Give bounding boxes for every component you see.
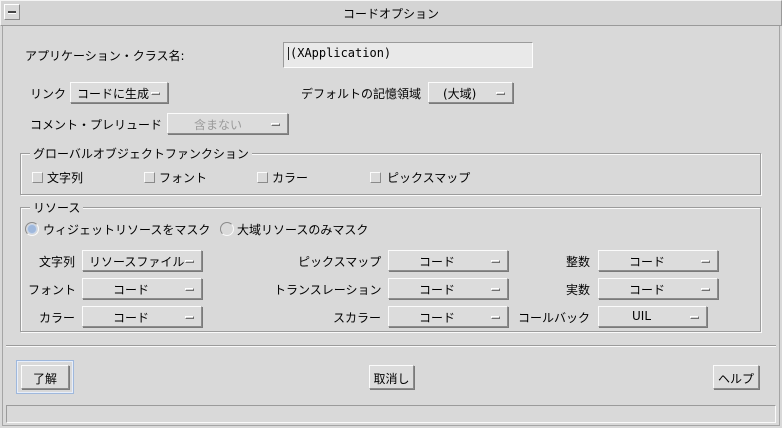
app-class-value: (XApplication) [290, 46, 392, 60]
resource-string-label: 文字列 [39, 255, 76, 269]
help-button[interactable]: ヘルプ [713, 365, 759, 389]
checkbox-color-label: カラー [272, 171, 309, 185]
resource-callback-label: コールバック [518, 311, 591, 325]
option-menu-indicator-icon [491, 260, 500, 263]
option-menu-indicator-icon [701, 288, 710, 291]
text-caret [288, 47, 289, 60]
checkbox-pixmap[interactable] [370, 172, 381, 183]
window-title: コードオプション [342, 7, 439, 21]
ok-button[interactable]: 了解 [21, 365, 69, 389]
resource-callback-option-menu[interactable]: UIL [598, 306, 707, 327]
checkbox-string[interactable] [32, 172, 43, 183]
radio-mask-global-only-label: 大域リソースのみマスク [237, 223, 369, 237]
status-area [6, 405, 776, 423]
resource-font-label: フォント [28, 283, 77, 297]
separator [6, 345, 776, 347]
option-menu-indicator-icon [491, 316, 500, 319]
resource-translation-option-menu[interactable]: コード [388, 278, 508, 299]
resource-integer-option-menu[interactable]: コード [598, 250, 718, 271]
resource-scalar-label: スカラー [333, 311, 382, 325]
checkbox-font-label: フォント [159, 171, 208, 185]
resource-string-value: リソースファイル [89, 255, 185, 269]
option-menu-indicator-icon [496, 92, 505, 95]
resource-real-option-menu[interactable]: コード [598, 278, 718, 299]
comment-prelude-option-menu[interactable]: 含まない [167, 113, 288, 134]
checkbox-pixmap-label: ピックスマップ [387, 171, 471, 185]
resource-font-value: コード [113, 283, 150, 297]
resource-color-label: カラー [39, 311, 76, 325]
radio-mask-widget-resources[interactable] [25, 222, 39, 236]
checkbox-string-label: 文字列 [47, 171, 84, 185]
comment-prelude-value: 含まない [194, 118, 243, 132]
link-option-menu[interactable]: コードに生成 [70, 82, 168, 103]
cancel-button[interactable]: 取消し [369, 365, 414, 389]
option-menu-indicator-icon [491, 288, 500, 291]
link-label: リンク [30, 87, 67, 101]
checkbox-font[interactable] [144, 172, 155, 183]
resource-pixmap-value: コード [419, 255, 456, 269]
option-menu-indicator-icon [271, 123, 280, 126]
resource-callback-value: UIL [632, 309, 652, 323]
resource-font-option-menu[interactable]: コード [82, 278, 202, 299]
resource-real-label: 実数 [566, 283, 591, 297]
app-class-input[interactable]: (XApplication) [283, 42, 533, 68]
global-functions-title: グローバルオブジェクトファンクション [30, 145, 252, 162]
resource-real-value: コード [629, 283, 666, 297]
resources-title: リソース [30, 199, 84, 216]
resource-integer-value: コード [629, 255, 666, 269]
option-menu-indicator-icon [185, 260, 194, 263]
radio-mask-global-only[interactable] [220, 222, 234, 236]
comment-prelude-label: コメント・プレリュード [30, 118, 163, 132]
resource-color-option-menu[interactable]: コード [82, 306, 202, 327]
option-menu-indicator-icon [185, 288, 194, 291]
link-option-value: コードに生成 [77, 87, 150, 101]
resource-integer-label: 整数 [566, 255, 591, 269]
option-menu-indicator-icon [701, 260, 710, 263]
resource-scalar-option-menu[interactable]: コード [388, 306, 508, 327]
default-storage-label: デフォルトの記憶領域 [301, 87, 422, 101]
resource-scalar-value: コード [419, 311, 456, 325]
option-menu-indicator-icon [151, 92, 160, 95]
checkbox-color[interactable] [257, 172, 268, 183]
option-menu-indicator-icon [185, 316, 194, 319]
resource-pixmap-option-menu[interactable]: コード [388, 250, 508, 271]
app-class-label: アプリケーション・クラス名: [25, 49, 185, 63]
option-menu-indicator-icon [690, 316, 699, 319]
radio-mask-widget-resources-label: ウィジェットリソースをマスク [43, 223, 211, 237]
default-storage-option-menu[interactable]: (大域) [428, 82, 513, 103]
resource-pixmap-label: ピックスマップ [298, 255, 382, 269]
resource-color-value: コード [113, 311, 150, 325]
resource-string-option-menu[interactable]: リソースファイル [82, 250, 202, 271]
resource-translation-value: コード [419, 283, 456, 297]
resource-translation-label: トランスレーション [274, 283, 382, 297]
default-storage-value: (大域) [443, 87, 477, 101]
